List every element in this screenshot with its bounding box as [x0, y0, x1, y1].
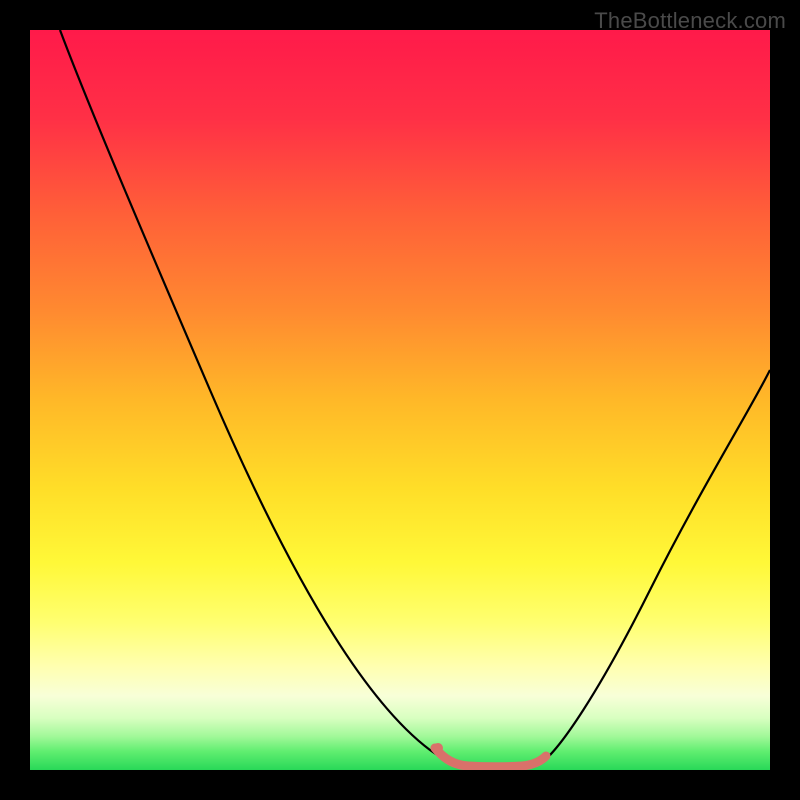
plot-area [30, 30, 770, 770]
curve-path [60, 30, 770, 767]
chart-container: TheBottleneck.com [0, 0, 800, 800]
bottleneck-curve [30, 30, 770, 770]
watermark-text: TheBottleneck.com [594, 8, 786, 34]
trough-marker [435, 748, 546, 767]
trough-marker-dot-left [433, 743, 443, 753]
